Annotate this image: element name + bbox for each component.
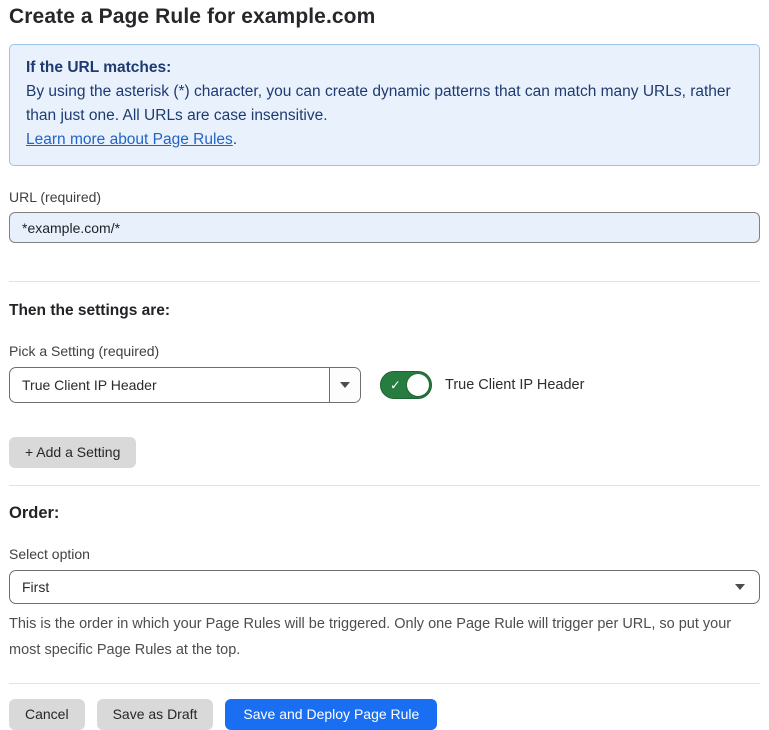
save-deploy-button[interactable]: Save and Deploy Page Rule: [225, 699, 437, 730]
setting-select-arrow-button[interactable]: [329, 368, 360, 402]
page-rule-form: Create a Page Rule for example.com If th…: [0, 0, 769, 730]
info-box-heading: If the URL matches:: [26, 56, 743, 80]
order-select[interactable]: First: [9, 570, 760, 604]
divider: [9, 683, 760, 684]
setting-picker-label: Pick a Setting (required): [9, 343, 760, 359]
divider: [9, 281, 760, 282]
order-select-value: First: [22, 579, 49, 595]
cancel-button[interactable]: Cancel: [9, 699, 85, 730]
footer-actions: Cancel Save as Draft Save and Deploy Pag…: [9, 699, 760, 730]
chevron-down-icon: [340, 382, 350, 388]
setting-select-value: True Client IP Header: [10, 368, 329, 402]
save-draft-button[interactable]: Save as Draft: [97, 699, 214, 730]
settings-section-heading: Then the settings are:: [9, 302, 760, 320]
url-field-label: URL (required): [9, 189, 760, 205]
chevron-down-icon: [735, 584, 745, 590]
setting-toggle-label: True Client IP Header: [445, 377, 584, 393]
order-help-text: This is the order in which your Page Rul…: [9, 611, 749, 663]
check-icon: ✓: [390, 379, 401, 392]
toggle-knob: [407, 374, 429, 396]
info-box-body: By using the asterisk (*) character, you…: [26, 80, 743, 128]
order-select-label: Select option: [9, 546, 760, 562]
divider: [9, 485, 760, 486]
url-input[interactable]: [9, 212, 760, 243]
order-section-heading: Order:: [9, 504, 760, 523]
setting-toggle[interactable]: ✓: [380, 371, 432, 399]
page-title: Create a Page Rule for example.com: [9, 5, 760, 29]
setting-select[interactable]: True Client IP Header: [9, 367, 361, 403]
link-suffix: .: [233, 131, 237, 148]
url-match-info-box: If the URL matches: By using the asteris…: [9, 44, 760, 166]
info-box-link-line: Learn more about Page Rules.: [26, 128, 743, 152]
setting-row: True Client IP Header ✓ True Client IP H…: [9, 367, 760, 403]
learn-more-link[interactable]: Learn more about Page Rules: [26, 131, 233, 148]
add-setting-button[interactable]: + Add a Setting: [9, 437, 136, 468]
